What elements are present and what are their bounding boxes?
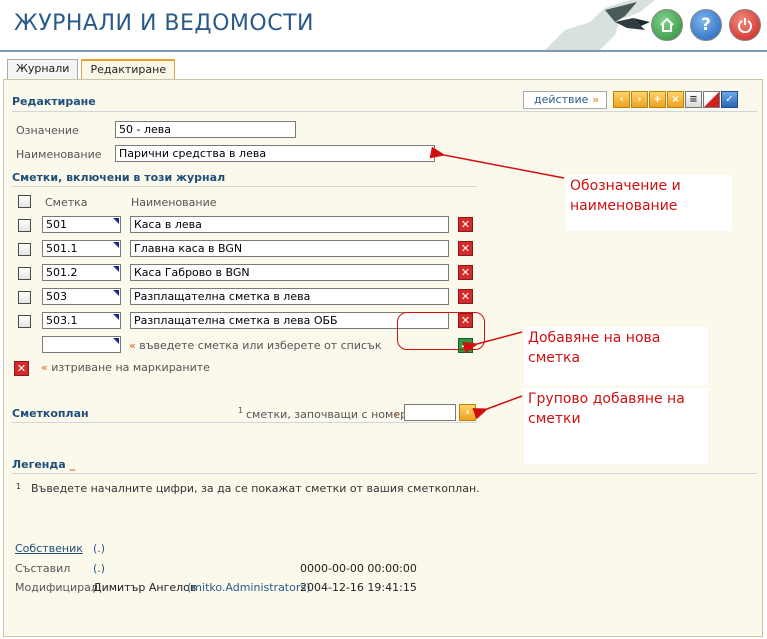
divider (12, 473, 757, 474)
modified-by-user: (mitko.Administrators) (187, 581, 311, 594)
home-icon (660, 17, 674, 32)
home-button[interactable] (651, 9, 683, 41)
arrow-left-icon: ‹ (619, 94, 624, 105)
help-button[interactable]: ? (690, 9, 722, 41)
legend-text: Въведете началните цифри, за да се покаж… (31, 482, 480, 495)
double-arrow-icon: « (129, 339, 140, 352)
name-input[interactable]: Парични средства в лева (115, 145, 435, 162)
created-by-value: (.) (93, 562, 106, 575)
new-account-input[interactable] (42, 336, 121, 353)
created-time: 0000-00-00 00:00:00 (300, 562, 417, 575)
arrow-right-icon: › (465, 407, 470, 418)
page-title: ЖУРНАЛИ И ВЕДОМОСТИ (14, 11, 314, 36)
delete-icon: ✕ (460, 218, 471, 231)
delete-marked-button[interactable]: ✕ (14, 361, 29, 376)
tab-bar: Журнали Редактиране (7, 59, 176, 80)
account-input[interactable]: 503.1 (42, 312, 121, 329)
delete-row-button[interactable]: ✕ (458, 217, 473, 232)
plus-icon: + (653, 94, 662, 105)
row-checkbox[interactable] (18, 219, 31, 232)
account-name-input[interactable]: Каса Габрово в BGN (130, 264, 449, 281)
logout-button[interactable] (729, 9, 761, 41)
footnote-mark: 1 (238, 406, 244, 415)
prefix-label: сметки, започващи с номера (246, 408, 414, 421)
account-name-input[interactable]: Главна каса в BGN (130, 240, 449, 257)
callout-bulk-add: Групово добавяне на сметки (524, 388, 708, 464)
prefix-input[interactable] (404, 404, 456, 421)
legend-title: Легенда _ (12, 458, 76, 471)
legend-toggle[interactable]: _ (70, 458, 76, 471)
delete-icon: ✕ (460, 266, 471, 279)
add-record-button[interactable]: + (649, 91, 666, 108)
chart-of-accounts-title: Сметкоплан (12, 407, 89, 420)
action-dropdown[interactable]: действие» (523, 91, 607, 109)
code-label: Означение (16, 124, 79, 137)
name-label: Наименование (16, 148, 102, 161)
modified-time: 2004-12-16 19:41:15 (300, 581, 417, 594)
delete-icon: ✕ (16, 362, 27, 375)
delete-marked-label[interactable]: « изтриване на маркираните (41, 361, 210, 374)
delete-icon: ✕ (460, 242, 471, 255)
callout-highlight (397, 312, 485, 350)
delete-row-button[interactable]: ✕ (458, 289, 473, 304)
save-button[interactable]: ✓ (721, 91, 738, 108)
prev-button[interactable]: ‹ (613, 91, 630, 108)
divider (12, 186, 477, 187)
arrow-right-icon: › (637, 94, 642, 105)
col-name-header: Наименование (131, 196, 217, 209)
question-icon: ? (701, 15, 711, 35)
code-input[interactable]: 50 - лева (115, 121, 296, 138)
edit-section-title: Редактиране (12, 95, 96, 108)
owner-value: (.) (93, 542, 106, 555)
account-name-input[interactable]: Разплащателна сметка в лева (130, 288, 449, 305)
legend-number: 1 (16, 482, 22, 491)
created-by-label: Съставил (15, 562, 71, 575)
list-icon: ≡ (689, 94, 698, 105)
delete-record-button[interactable]: × (667, 91, 684, 108)
bird-logo (545, 0, 655, 50)
next-button[interactable]: › (631, 91, 648, 108)
modified-by-label: Модифицирал (15, 581, 98, 594)
delete-icon: ✕ (460, 290, 471, 303)
owner-link[interactable]: Собственик (15, 542, 83, 555)
chevron-right-icon: » (592, 93, 600, 106)
account-input[interactable]: 503 (42, 288, 121, 305)
row-checkbox[interactable] (18, 315, 31, 328)
divider (12, 422, 477, 423)
col-account-header: Сметка (45, 196, 88, 209)
check-icon: ✓ (725, 94, 734, 105)
prefix-go-button[interactable]: › (459, 404, 476, 421)
app-header: ЖУРНАЛИ И ВЕДОМОСТИ ? (0, 0, 767, 52)
select-all-checkbox[interactable] (18, 195, 31, 208)
cancel-button[interactable] (703, 91, 720, 108)
callout-code-name: Обозначение и наименование (566, 175, 732, 231)
action-label: действие (534, 93, 589, 106)
account-input[interactable]: 501.2 (42, 264, 121, 281)
row-checkbox[interactable] (18, 291, 31, 304)
chevron-right-icon: › (394, 408, 399, 421)
modified-by-name: Димитър Ангелов (93, 581, 197, 594)
tab-edit[interactable]: Редактиране (81, 59, 176, 80)
power-icon (738, 18, 752, 33)
account-name-input[interactable]: Каса в лева (130, 216, 449, 233)
accounts-section-title: Сметки, включени в този журнал (12, 171, 226, 184)
callout-add-account: Добавяне на нова сметка (524, 327, 708, 385)
delete-row-button[interactable]: ✕ (458, 241, 473, 256)
account-input[interactable]: 501.1 (42, 240, 121, 257)
double-arrow-icon: « (41, 361, 52, 374)
new-account-hint: « въведете сметка или изберете от списък (129, 339, 382, 352)
divider (12, 111, 757, 112)
delete-row-button[interactable]: ✕ (458, 265, 473, 280)
print-button[interactable]: ≡ (685, 91, 702, 108)
tab-journals[interactable]: Журнали (7, 59, 79, 79)
row-checkbox[interactable] (18, 243, 31, 256)
account-input[interactable]: 501 (42, 216, 121, 233)
cross-icon: × (671, 94, 680, 105)
row-checkbox[interactable] (18, 267, 31, 280)
